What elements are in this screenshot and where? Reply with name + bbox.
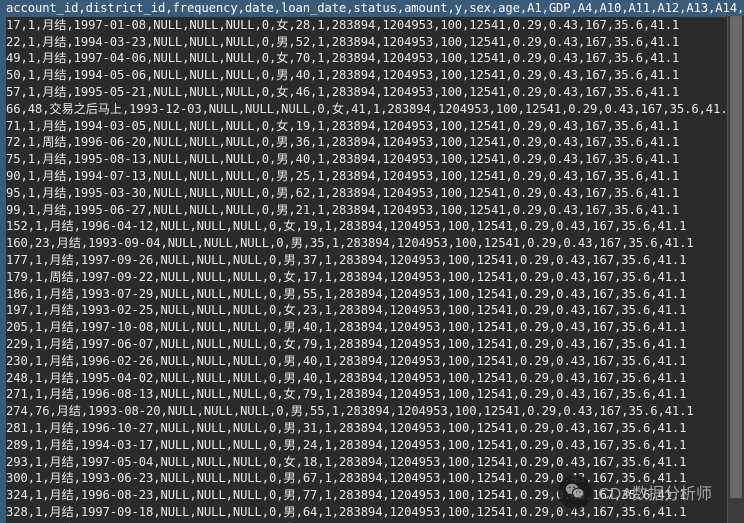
data-row[interactable]: 160,23,月结,1993-09-04,NULL,NULL,NULL,0,男,… bbox=[6, 235, 744, 252]
data-row[interactable]: 177,1,月结,1997-09-26,NULL,NULL,NULL,0,男,3… bbox=[6, 252, 744, 269]
data-row[interactable]: 271,1,月结,1996-08-13,NULL,NULL,NULL,0,女,7… bbox=[6, 386, 744, 403]
data-row[interactable]: 90,1,月结,1994-07-13,NULL,NULL,NULL,0,男,25… bbox=[6, 168, 744, 185]
data-row[interactable]: 50,1,月结,1994-05-06,NULL,NULL,NULL,0,男,40… bbox=[6, 67, 744, 84]
watermark-text: CDA数据分析师 bbox=[598, 480, 712, 504]
data-row[interactable]: 289,1,月结,1994-03-17,NULL,NULL,NULL,0,男,2… bbox=[6, 437, 744, 454]
data-row[interactable]: 179,1,周结,1997-09-22,NULL,NULL,NULL,0,女,1… bbox=[6, 269, 744, 286]
vertical-scrollbar-thumb[interactable] bbox=[730, 16, 742, 498]
data-row[interactable]: 230,1,月结,1996-02-26,NULL,NULL,NULL,0,男,4… bbox=[6, 353, 744, 370]
header-row[interactable]: account_id,district_id,frequency,date,lo… bbox=[6, 0, 744, 17]
data-row[interactable]: 17,1,月结,1997-01-08,NULL,NULL,NULL,0,女,28… bbox=[6, 17, 744, 34]
data-row[interactable]: 186,1,月结,1993-07-29,NULL,NULL,NULL,0,男,5… bbox=[6, 286, 744, 303]
data-row[interactable]: 229,1,月结,1997-06-07,NULL,NULL,NULL,0,女,7… bbox=[6, 336, 744, 353]
data-row[interactable]: 248,1,月结,1995-04-02,NULL,NULL,NULL,0,男,4… bbox=[6, 370, 744, 387]
data-row[interactable]: 152,1,月结,1996-04-12,NULL,NULL,NULL,0,女,1… bbox=[6, 218, 744, 235]
data-row[interactable]: 72,1,周结,1996-06-20,NULL,NULL,NULL,0,男,36… bbox=[6, 134, 744, 151]
data-row[interactable]: 75,1,月结,1995-08-13,NULL,NULL,NULL,0,男,40… bbox=[6, 151, 744, 168]
data-row[interactable]: 57,1,月结,1995-05-21,NULL,NULL,NULL,0,女,46… bbox=[6, 84, 744, 101]
data-row[interactable]: 49,1,月结,1997-04-06,NULL,NULL,NULL,0,女,70… bbox=[6, 50, 744, 67]
data-row[interactable]: 71,1,月结,1994-03-05,NULL,NULL,NULL,0,女,19… bbox=[6, 118, 744, 135]
vertical-scrollbar[interactable] bbox=[727, 16, 744, 523]
text-editor[interactable]: account_id,district_id,frequency,date,lo… bbox=[0, 0, 744, 523]
data-row[interactable]: 197,1,月结,1993-02-25,NULL,NULL,NULL,0,女,2… bbox=[6, 302, 744, 319]
data-row[interactable]: 293,1,月结,1997-05-04,NULL,NULL,NULL,0,女,1… bbox=[6, 454, 744, 471]
data-row[interactable]: 99,1,月结,1995-06-27,NULL,NULL,NULL,0,男,21… bbox=[6, 202, 744, 219]
watermark: CDA数据分析师 bbox=[558, 475, 712, 509]
wechat-icon bbox=[558, 475, 592, 509]
data-row[interactable]: 66,48,交易之后马上,1993-12-03,NULL,NULL,NULL,0… bbox=[6, 101, 744, 118]
data-row[interactable]: 95,1,月结,1995-03-30,NULL,NULL,NULL,0,男,62… bbox=[6, 185, 744, 202]
data-row[interactable]: 22,1,月结,1994-03-23,NULL,NULL,NULL,0,男,52… bbox=[6, 34, 744, 51]
editor-content[interactable]: account_id,district_id,frequency,date,lo… bbox=[6, 0, 744, 523]
data-row[interactable]: 281,1,月结,1996-10-27,NULL,NULL,NULL,0,男,3… bbox=[6, 420, 744, 437]
data-row[interactable]: 274,76,月结,1993-08-20,NULL,NULL,NULL,0,男,… bbox=[6, 403, 744, 420]
data-row[interactable]: 205,1,月结,1997-10-08,NULL,NULL,NULL,0,男,4… bbox=[6, 319, 744, 336]
